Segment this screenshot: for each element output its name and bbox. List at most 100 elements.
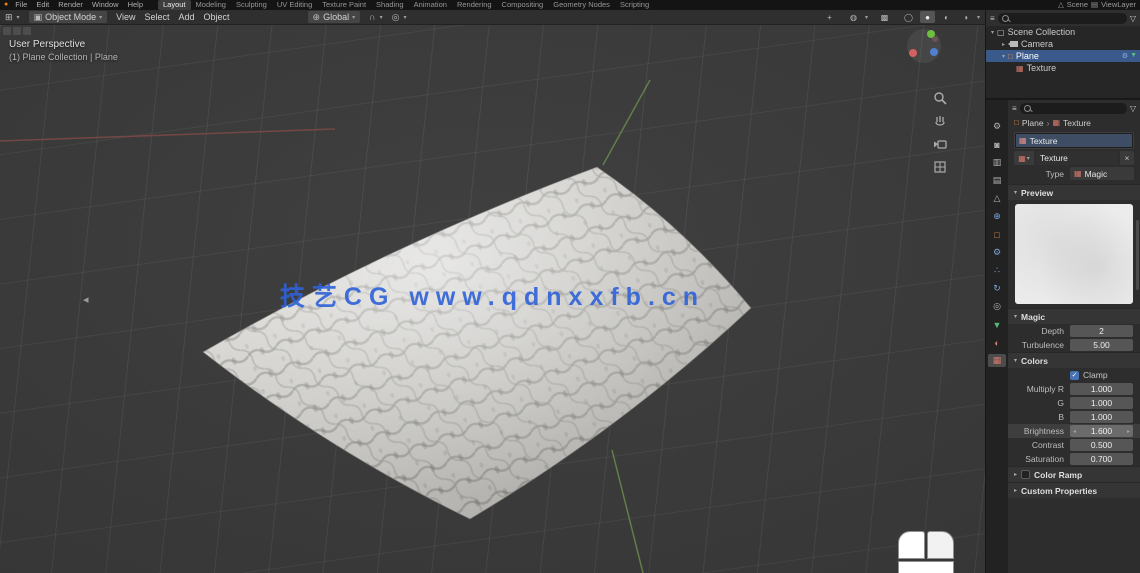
outliner-row-texture[interactable]: ▦ Texture xyxy=(986,62,1140,74)
outliner-search-input[interactable] xyxy=(997,12,1127,24)
texture-slot-item[interactable]: ▦ Texture xyxy=(1016,134,1132,147)
texture-type-dropdown[interactable]: ▦ Magic xyxy=(1070,167,1134,180)
axis-negative-dot[interactable] xyxy=(932,36,938,42)
tab-object-data[interactable]: ▼ xyxy=(988,318,1006,331)
menu-select[interactable]: Select xyxy=(144,12,169,22)
tab-world[interactable]: ⊕ xyxy=(988,210,1006,223)
workspace-tab-compositing[interactable]: Compositing xyxy=(497,0,549,10)
panel-color-ramp-header[interactable]: ▸ Color Ramp xyxy=(1008,466,1140,482)
menu-object[interactable]: Object xyxy=(204,12,230,22)
viewport-corner-icons[interactable] xyxy=(3,27,31,35)
tab-render[interactable]: ◙ xyxy=(988,138,1006,151)
properties-scrollbar[interactable] xyxy=(1136,220,1139,290)
tab-object[interactable]: □ xyxy=(988,228,1006,241)
color-ramp-checkbox[interactable] xyxy=(1021,470,1031,479)
contrast-field[interactable]: 0.500 xyxy=(1070,439,1133,451)
workspace-tab-texture-paint[interactable]: Texture Paint xyxy=(317,0,371,10)
overlays-controls[interactable]: ◍ ▾ xyxy=(846,11,868,23)
increment-arrow-icon[interactable]: ▸ xyxy=(1127,428,1130,435)
menu-render[interactable]: Render xyxy=(56,0,85,10)
workspace-tab-shading[interactable]: Shading xyxy=(371,0,409,10)
mesh-data-icon[interactable]: ▼ xyxy=(1130,52,1137,60)
panel-custom-properties-header[interactable]: ▸ Custom Properties xyxy=(1008,482,1140,498)
properties-editor-icon[interactable]: ≡ xyxy=(1012,104,1017,113)
proportional-editing-controls[interactable]: ◎ ▾ xyxy=(392,12,407,23)
browse-texture-button[interactable]: ▦ ▾ xyxy=(1014,151,1034,165)
menu-edit[interactable]: Edit xyxy=(34,0,51,10)
menu-add[interactable]: Add xyxy=(179,12,195,22)
workspace-tab-layout[interactable]: Layout xyxy=(158,0,191,10)
xray-toggle[interactable]: ▩ xyxy=(877,11,892,23)
panel-preview-header[interactable]: ▾ Preview xyxy=(1008,184,1140,200)
snap-controls[interactable]: ∩ ▾ xyxy=(369,12,382,22)
multiply-g-field[interactable]: 1.000 xyxy=(1070,397,1133,409)
shading-wireframe-button[interactable]: ◯ xyxy=(901,11,916,23)
tab-output[interactable]: ▥ xyxy=(988,156,1006,169)
tab-constraints[interactable]: ◎ xyxy=(988,300,1006,313)
workspace-tab-scripting[interactable]: Scripting xyxy=(615,0,654,10)
show-gizmo-toggle[interactable]: + xyxy=(822,11,837,23)
menu-view[interactable]: View xyxy=(116,12,135,22)
expand-caret-icon[interactable]: ▾ xyxy=(991,29,994,36)
tab-view-layer[interactable]: ▤ xyxy=(988,174,1006,187)
panel-magic-header[interactable]: ▾ Magic xyxy=(1008,308,1140,324)
workspace-tab-animation[interactable]: Animation xyxy=(409,0,452,10)
blender-logo-icon[interactable]: ● xyxy=(4,0,8,10)
texture-name-field[interactable]: Texture xyxy=(1036,151,1118,165)
outliner-row-camera[interactable]: ▸ Camera xyxy=(986,38,1140,50)
workspace-tab-rendering[interactable]: Rendering xyxy=(452,0,497,10)
tab-physics[interactable]: ↻ xyxy=(988,282,1006,295)
multiply-b-field[interactable]: 1.000 xyxy=(1070,411,1133,423)
workspace-tab-modeling[interactable]: Modeling xyxy=(191,0,231,10)
menu-help[interactable]: Help xyxy=(126,0,145,10)
menu-window[interactable]: Window xyxy=(90,0,121,10)
turbulence-field[interactable]: 5.00 xyxy=(1070,339,1133,351)
shading-rendered-button[interactable]: ◑ xyxy=(958,11,973,23)
outliner-row-plane[interactable]: ▾ □ Plane ⚙ ▼ xyxy=(986,50,1140,62)
breadcrumb-texture[interactable]: Texture xyxy=(1063,118,1091,128)
shading-solid-button[interactable]: ● xyxy=(919,11,935,23)
saturation-field[interactable]: 0.700 xyxy=(1070,453,1133,465)
pan-hand-icon[interactable] xyxy=(933,114,947,128)
breadcrumb-object[interactable]: Plane xyxy=(1022,118,1044,128)
workspace-tab-geometry-nodes[interactable]: Geometry Nodes xyxy=(548,0,615,10)
filter-funnel-icon[interactable]: ▽ xyxy=(1130,14,1136,23)
expand-caret-icon[interactable]: ▾ xyxy=(1002,53,1005,60)
multiply-r-field[interactable]: 1.000 xyxy=(1070,383,1133,395)
filter-funnel-icon[interactable]: ▽ xyxy=(1130,104,1136,113)
tab-material[interactable]: ◐ xyxy=(988,336,1006,349)
workspace-tab-uv-editing[interactable]: UV Editing xyxy=(272,0,317,10)
sidebar-collapse-arrow[interactable]: ◂ xyxy=(83,293,89,306)
panel-colors-header[interactable]: ▾ Colors xyxy=(1008,352,1140,368)
tab-scene[interactable]: △ xyxy=(988,192,1006,205)
depth-field[interactable]: 2 xyxy=(1070,325,1133,337)
tab-modifiers[interactable]: ⚙ xyxy=(988,246,1006,259)
brightness-field[interactable]: ◂ 1.600 ▸ xyxy=(1070,425,1133,437)
shading-material-button[interactable]: ◐ xyxy=(939,11,954,23)
transform-orientation-dropdown[interactable]: ⊕ Global ▾ xyxy=(307,11,361,23)
zoom-icon[interactable] xyxy=(933,91,947,105)
plane-mesh-object[interactable] xyxy=(202,166,752,520)
3d-viewport[interactable]: User Perspective (1) Plane Collection | … xyxy=(0,25,985,573)
outliner-editor-icon[interactable]: ≡ xyxy=(990,14,995,23)
outliner-row-scene-collection[interactable]: ▾ ▢ Scene Collection xyxy=(986,26,1140,38)
scene-selector[interactable]: Scene xyxy=(1067,0,1088,10)
axis-x-dot[interactable] xyxy=(909,49,917,57)
workspace-tab-sculpting[interactable]: Sculpting xyxy=(231,0,272,10)
perspective-toggle-icon[interactable] xyxy=(933,160,947,174)
axis-z-dot[interactable] xyxy=(930,48,938,56)
tab-tool[interactable]: ⚙ xyxy=(988,120,1006,133)
tab-particles[interactable]: ∴ xyxy=(988,264,1006,277)
editor-type-button[interactable]: ⊞ ▾ xyxy=(5,12,20,23)
clamp-checkbox[interactable]: ✓ xyxy=(1070,370,1079,380)
unlink-texture-button[interactable]: × xyxy=(1120,151,1134,165)
camera-view-icon[interactable] xyxy=(933,137,947,151)
view-layer-selector[interactable]: ViewLayer xyxy=(1101,0,1136,10)
tab-texture[interactable]: ▦ xyxy=(988,354,1006,367)
mode-dropdown[interactable]: ▣ Object Mode ▾ xyxy=(28,11,108,23)
modifier-wrench-icon[interactable]: ⚙ xyxy=(1122,52,1128,60)
menu-file[interactable]: File xyxy=(13,0,29,10)
navigation-gizmo[interactable] xyxy=(907,29,941,63)
properties-search-input[interactable] xyxy=(1019,102,1127,114)
decrement-arrow-icon[interactable]: ◂ xyxy=(1073,428,1076,435)
